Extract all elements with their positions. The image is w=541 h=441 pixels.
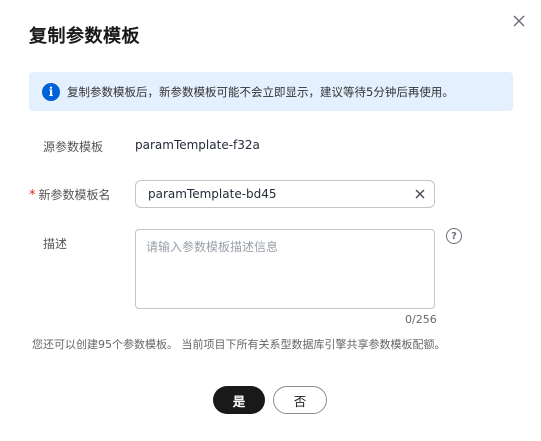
- confirm-button[interactable]: 是: [213, 386, 265, 414]
- required-mark: *: [29, 188, 36, 203]
- clear-icon: [415, 189, 425, 199]
- dialog-title: 复制参数模板: [29, 26, 140, 47]
- new-template-name-label-text: 新参数模板名: [38, 188, 111, 202]
- quota-note: 您还可以创建95个参数模板。 当前项目下所有关系型数据库引擎共享参数模板配额。: [32, 338, 446, 351]
- new-template-name-input[interactable]: paramTemplate-bd45: [135, 180, 435, 208]
- info-alert-text: 复制参数模板后，新参数模板可能不会立即显示，建议等待5分钟后再使用。: [67, 84, 454, 99]
- close-button[interactable]: [509, 11, 529, 31]
- new-template-name-label: * 新参数模板名: [29, 186, 111, 203]
- close-icon: [513, 15, 525, 27]
- new-template-name-value[interactable]: paramTemplate-bd45: [148, 187, 406, 201]
- description-char-counter: 0/256: [405, 313, 437, 326]
- clear-input-button[interactable]: [406, 181, 434, 207]
- description-placeholder: 请输入参数模板描述信息: [146, 240, 279, 254]
- description-label: 描述: [43, 237, 68, 251]
- info-icon: i: [42, 82, 60, 101]
- info-alert: i 复制参数模板后，新参数模板可能不会立即显示，建议等待5分钟后再使用。: [29, 72, 513, 111]
- source-template-label: 源参数模板: [43, 140, 104, 154]
- cancel-button[interactable]: 否: [273, 386, 327, 414]
- source-template-value: paramTemplate-f32a: [135, 138, 260, 152]
- help-icon[interactable]: ?: [446, 228, 462, 244]
- description-textarea[interactable]: 请输入参数模板描述信息: [135, 229, 435, 309]
- copy-parameter-template-dialog: 复制参数模板 i 复制参数模板后，新参数模板可能不会立即显示，建议等待5分钟后再…: [0, 0, 541, 441]
